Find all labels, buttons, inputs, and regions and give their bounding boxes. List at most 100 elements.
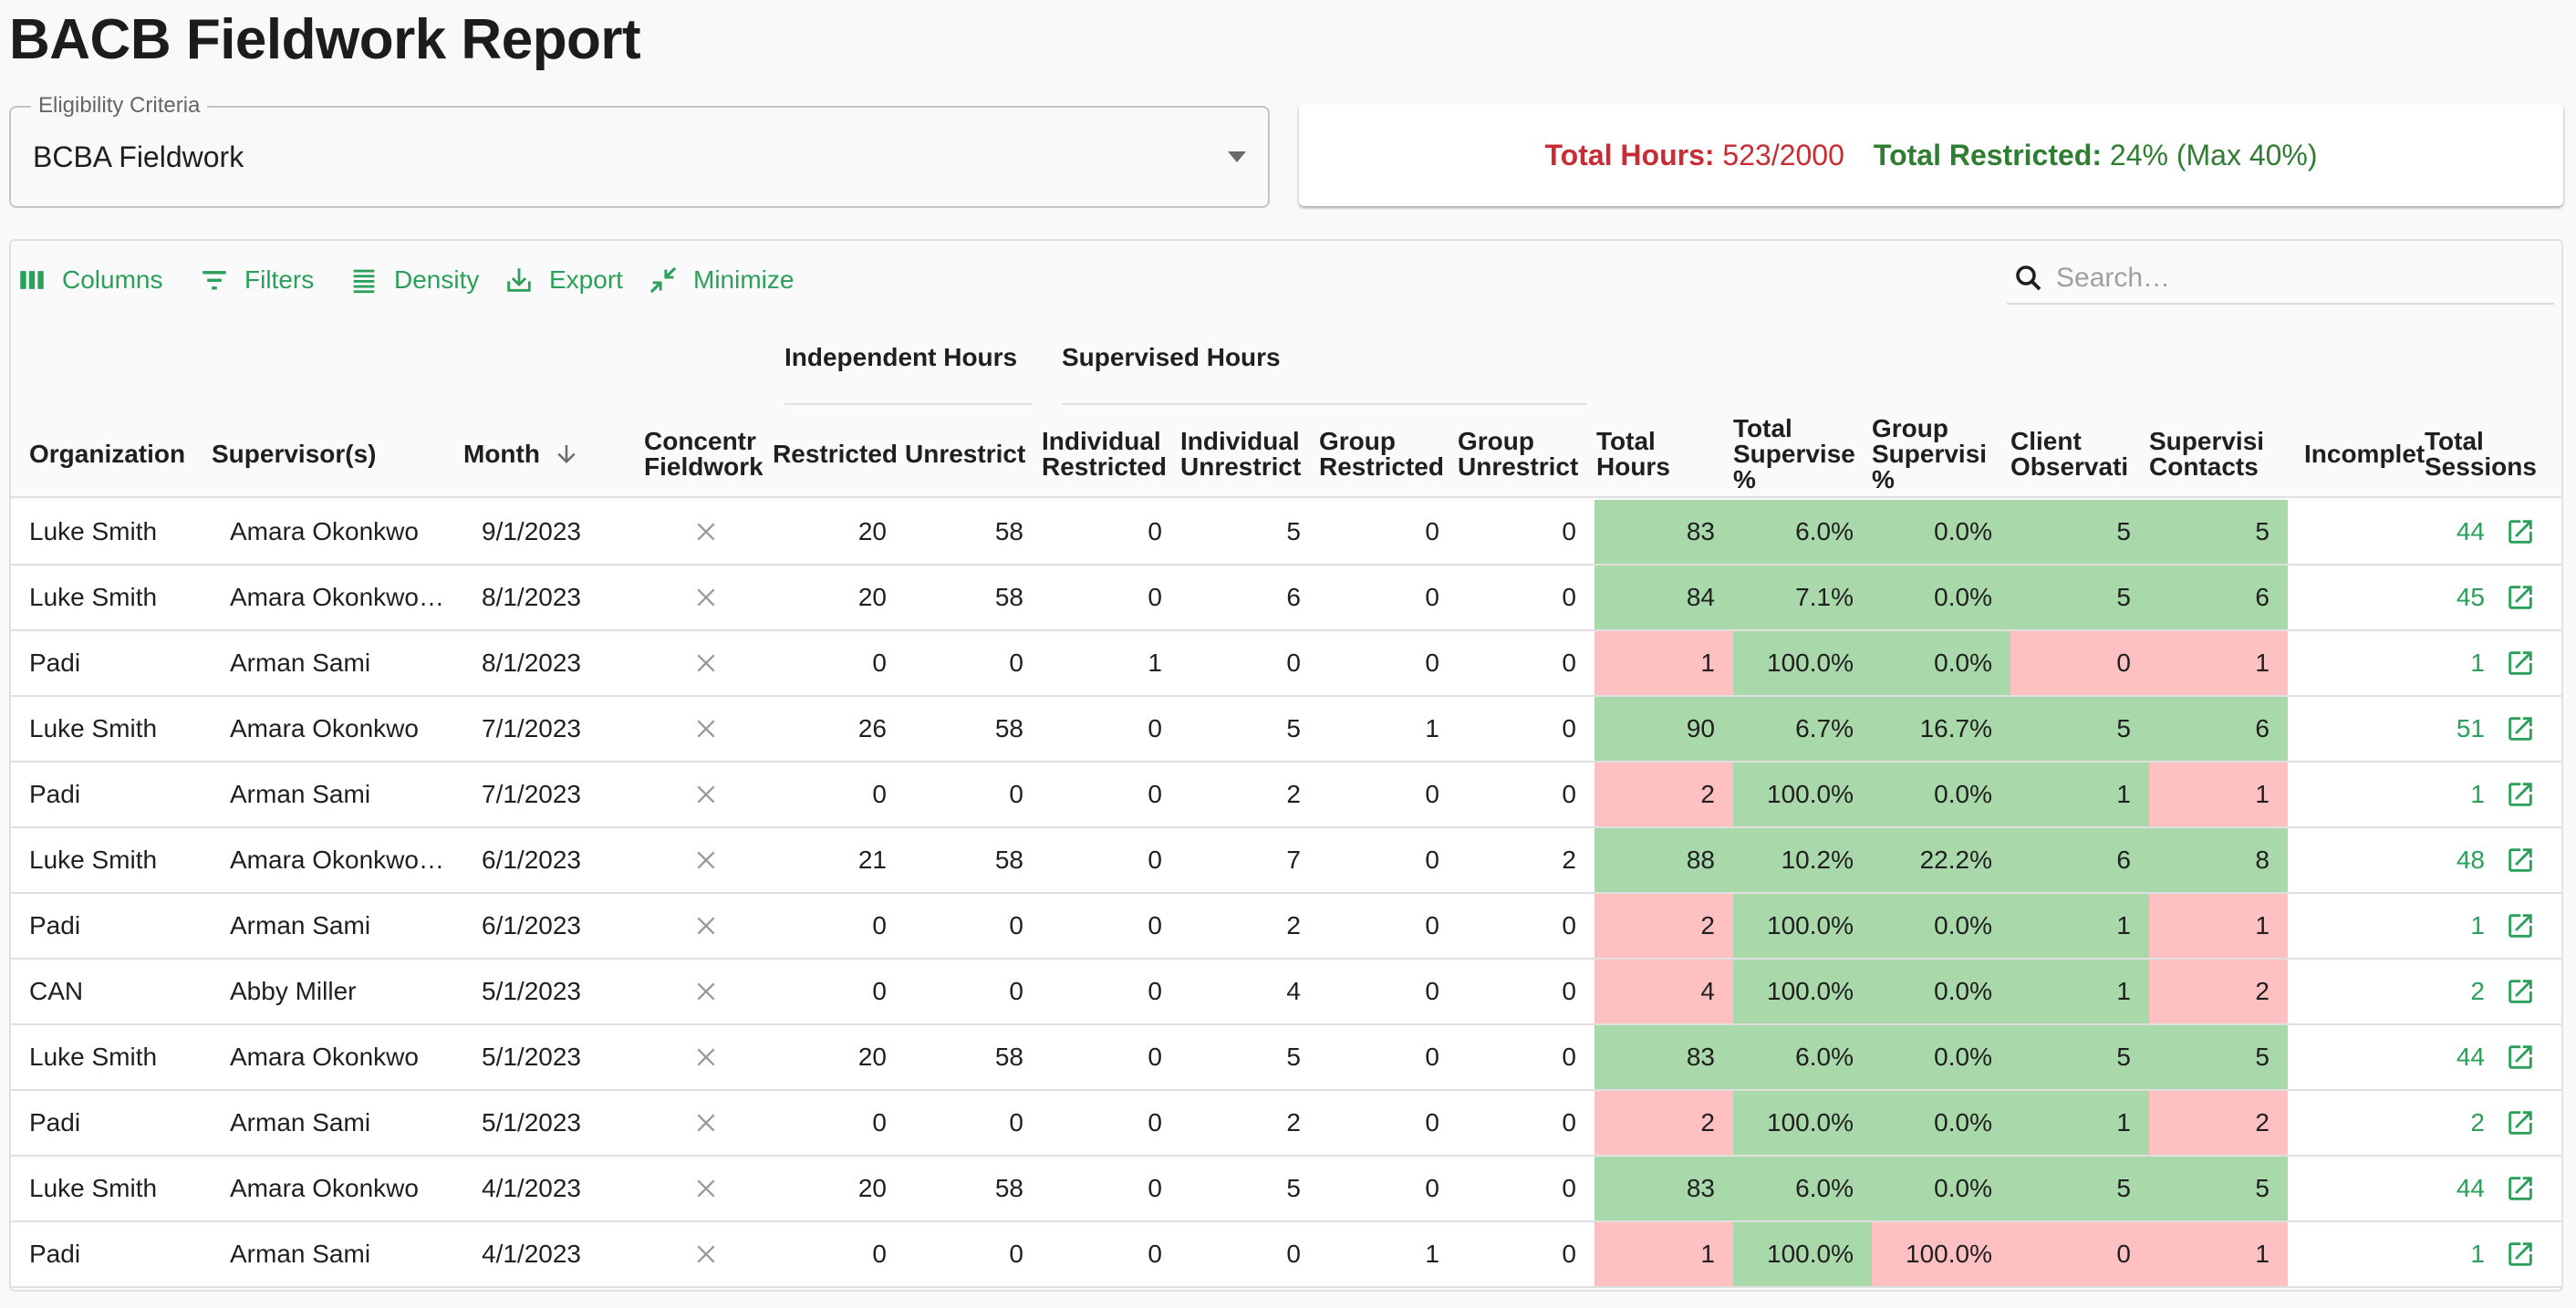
cell-unrestricted: 0: [1009, 1240, 1023, 1268]
close-icon: [697, 851, 715, 869]
close-icon: [697, 1114, 715, 1132]
open-in-new-icon[interactable]: [2505, 779, 2536, 810]
table-row[interactable]: Padi Arman Sami 8/1/2023 0 0 1 0 0 0 1 100.0% 0.0% 0…: [11, 631, 2561, 697]
cell-client-observations: 6: [2010, 828, 2149, 892]
table-row[interactable]: Luke Smith Amara Okonkwo… 6/1/2023 21 58 0 7 0 2…: [11, 828, 2561, 894]
cell-organization: Luke Smith: [29, 846, 158, 874]
column-header-label: Incomplet: [2304, 440, 2425, 468]
cell-concentrated: [644, 631, 768, 695]
column-header-label: Individual Restricted: [1042, 427, 1167, 481]
cell-total-supervised-pct: 7.1%: [1733, 566, 1872, 629]
total-sessions-value[interactable]: 1: [2470, 911, 2485, 940]
table-row[interactable]: Luke Smith Amara Okonkwo 7/1/2023 26 58 0 5 1 0 9…: [11, 697, 2561, 763]
cell-ind-restricted: 0: [1148, 1240, 1162, 1268]
cell-supervisors: Amara Okonkwo…: [230, 846, 444, 874]
open-in-new-icon[interactable]: [2505, 1173, 2536, 1204]
total-sessions-value[interactable]: 2: [2470, 977, 2485, 1006]
table-row[interactable]: Luke Smith Amara Okonkwo 9/1/2023 20 58 0 5 0 0 8…: [11, 500, 2561, 566]
cell-total-sessions: 1: [2425, 631, 2561, 695]
cell-grp-unrestricted: 0: [1562, 649, 1576, 677]
cell-ind-unrestricted: 2: [1286, 1108, 1301, 1137]
arrow-drop-down-icon[interactable]: [1228, 151, 1246, 162]
search-field[interactable]: [2007, 254, 2554, 305]
fieldwork-data-grid: Columns Filters Density Export Minimize …: [9, 239, 2563, 1292]
filters-button[interactable]: Filters: [199, 265, 314, 296]
open-in-new-icon[interactable]: [2505, 582, 2536, 613]
total-sessions-value[interactable]: 1: [2470, 649, 2485, 678]
column-header-label: Supervisi Contacts: [2149, 427, 2265, 481]
column-header-supervision-contacts[interactable]: Supervisi Contacts: [2149, 410, 2273, 498]
cell-total-supervised-pct: 100.0%: [1733, 763, 1872, 826]
column-header-group-unrestricted[interactable]: Group Unrestrict: [1458, 410, 1593, 498]
column-header-month[interactable]: Month: [463, 410, 646, 498]
cell-group-supervision-pct: 0.0%: [1872, 566, 2010, 629]
cell-ind-unrestricted: 5: [1286, 714, 1301, 742]
columns-button[interactable]: Columns: [16, 265, 162, 296]
column-header-total-sessions[interactable]: Total Sessions: [2425, 410, 2561, 498]
column-header-organization[interactable]: Organization: [29, 410, 203, 498]
cell-month: 8/1/2023: [482, 649, 581, 677]
cell-total-hours: 4: [1594, 960, 1733, 1023]
column-header-total-hours[interactable]: Total Hours: [1596, 410, 1731, 498]
open-in-new-icon[interactable]: [2505, 910, 2536, 941]
search-input[interactable]: [2056, 263, 2530, 294]
minimize-button-label: Minimize: [693, 265, 795, 294]
total-sessions-value[interactable]: 45: [2457, 583, 2485, 612]
open-in-new-icon[interactable]: [2505, 713, 2536, 744]
total-sessions-value[interactable]: 1: [2470, 780, 2485, 809]
table-row[interactable]: Padi Arman Sami 4/1/2023 0 0 0 0 1 0 1 100.0% 100.0…: [11, 1222, 2561, 1288]
density-button[interactable]: Density: [348, 265, 479, 296]
total-sessions-value[interactable]: 48: [2457, 846, 2485, 875]
open-in-new-icon[interactable]: [2505, 1239, 2536, 1270]
column-header-restricted[interactable]: Restricted: [764, 410, 898, 498]
open-in-new-icon[interactable]: [2505, 1107, 2536, 1138]
open-in-new-icon[interactable]: [2505, 516, 2536, 547]
total-sessions-value[interactable]: 44: [2457, 1174, 2485, 1203]
table-row[interactable]: Padi Arman Sami 7/1/2023 0 0 0 2 0 0 2 100.0% 0.0% 1…: [11, 763, 2561, 828]
minimize-button[interactable]: Minimize: [648, 265, 794, 296]
eligibility-criteria-select[interactable]: Eligibility Criteria BCBA Fieldwork: [9, 93, 1270, 208]
total-sessions-value[interactable]: 44: [2457, 1043, 2485, 1072]
column-header-supervisors[interactable]: Supervisor(s): [212, 410, 458, 498]
cell-grp-unrestricted: 0: [1562, 1240, 1576, 1268]
cell-ind-unrestricted: 5: [1286, 1174, 1301, 1202]
column-header-concentrated-fieldwork[interactable]: Concentr Fieldwork: [644, 410, 763, 498]
table-row[interactable]: CAN Abby Miller 5/1/2023 0 0 0 4 0 0 4 100.0% 0.0% 1…: [11, 960, 2561, 1025]
cell-supervisors: Amara Okonkwo: [230, 1174, 419, 1202]
cell-group-supervision-pct: 0.0%: [1872, 1157, 2010, 1220]
column-header-client-observations[interactable]: Client Observati: [2010, 410, 2138, 498]
cell-grp-restricted: 0: [1425, 649, 1439, 677]
cell-incomplete: [2288, 697, 2425, 761]
cell-incomplete: [2288, 763, 2425, 826]
total-sessions-value[interactable]: 2: [2470, 1108, 2485, 1137]
column-header-incomplete[interactable]: Incomplet: [2304, 410, 2432, 498]
open-in-new-icon[interactable]: [2505, 845, 2536, 876]
total-sessions-value[interactable]: 1: [2470, 1240, 2485, 1269]
columns-button-label: Columns: [62, 265, 163, 294]
total-restricted-label: Total Restricted:: [1873, 138, 2102, 171]
table-row[interactable]: Padi Arman Sami 6/1/2023 0 0 0 2 0 0 2 100.0% 0.0% 1…: [11, 894, 2561, 960]
cell-total-supervised-pct: 6.7%: [1733, 697, 1872, 761]
column-header-individual-restricted[interactable]: Individual Restricted: [1042, 410, 1177, 498]
table-row[interactable]: Luke Smith Amara Okonkwo… 8/1/2023 20 58 0 6 0 0…: [11, 566, 2561, 631]
arrow-downward-icon[interactable]: [553, 441, 580, 468]
column-header-unrestricted[interactable]: Unrestrict: [905, 410, 1033, 498]
open-in-new-icon[interactable]: [2505, 648, 2536, 679]
table-row[interactable]: Padi Arman Sami 5/1/2023 0 0 0 2 0 0 2 100.0% 0.0% 1…: [11, 1091, 2561, 1157]
table-row[interactable]: Luke Smith Amara Okonkwo 4/1/2023 20 58 0 5 0 0 8…: [11, 1157, 2561, 1222]
open-in-new-icon[interactable]: [2505, 976, 2536, 1007]
column-header-individual-unrestricted[interactable]: Individual Unrestrict: [1180, 410, 1317, 498]
column-header-group-supervision-pct[interactable]: Group Supervisi %: [1872, 410, 2000, 498]
cell-restricted: 20: [857, 583, 887, 611]
export-button[interactable]: Export: [504, 265, 623, 296]
total-sessions-value[interactable]: 51: [2457, 714, 2485, 743]
column-header-total-supervised-pct[interactable]: Total Supervise %: [1733, 410, 1861, 498]
table-row[interactable]: Luke Smith Amara Okonkwo 5/1/2023 20 58 0 5 0 0 8…: [11, 1025, 2561, 1091]
open-in-new-icon[interactable]: [2505, 1042, 2536, 1073]
cell-unrestricted: 58: [994, 517, 1023, 545]
column-header-label: Group Supervisi %: [1872, 414, 1988, 493]
column-header-group-restricted[interactable]: Group Restricted: [1319, 410, 1454, 498]
cell-restricted: 0: [872, 977, 887, 1005]
total-sessions-value[interactable]: 44: [2457, 517, 2485, 546]
close-icon: [697, 1179, 715, 1198]
